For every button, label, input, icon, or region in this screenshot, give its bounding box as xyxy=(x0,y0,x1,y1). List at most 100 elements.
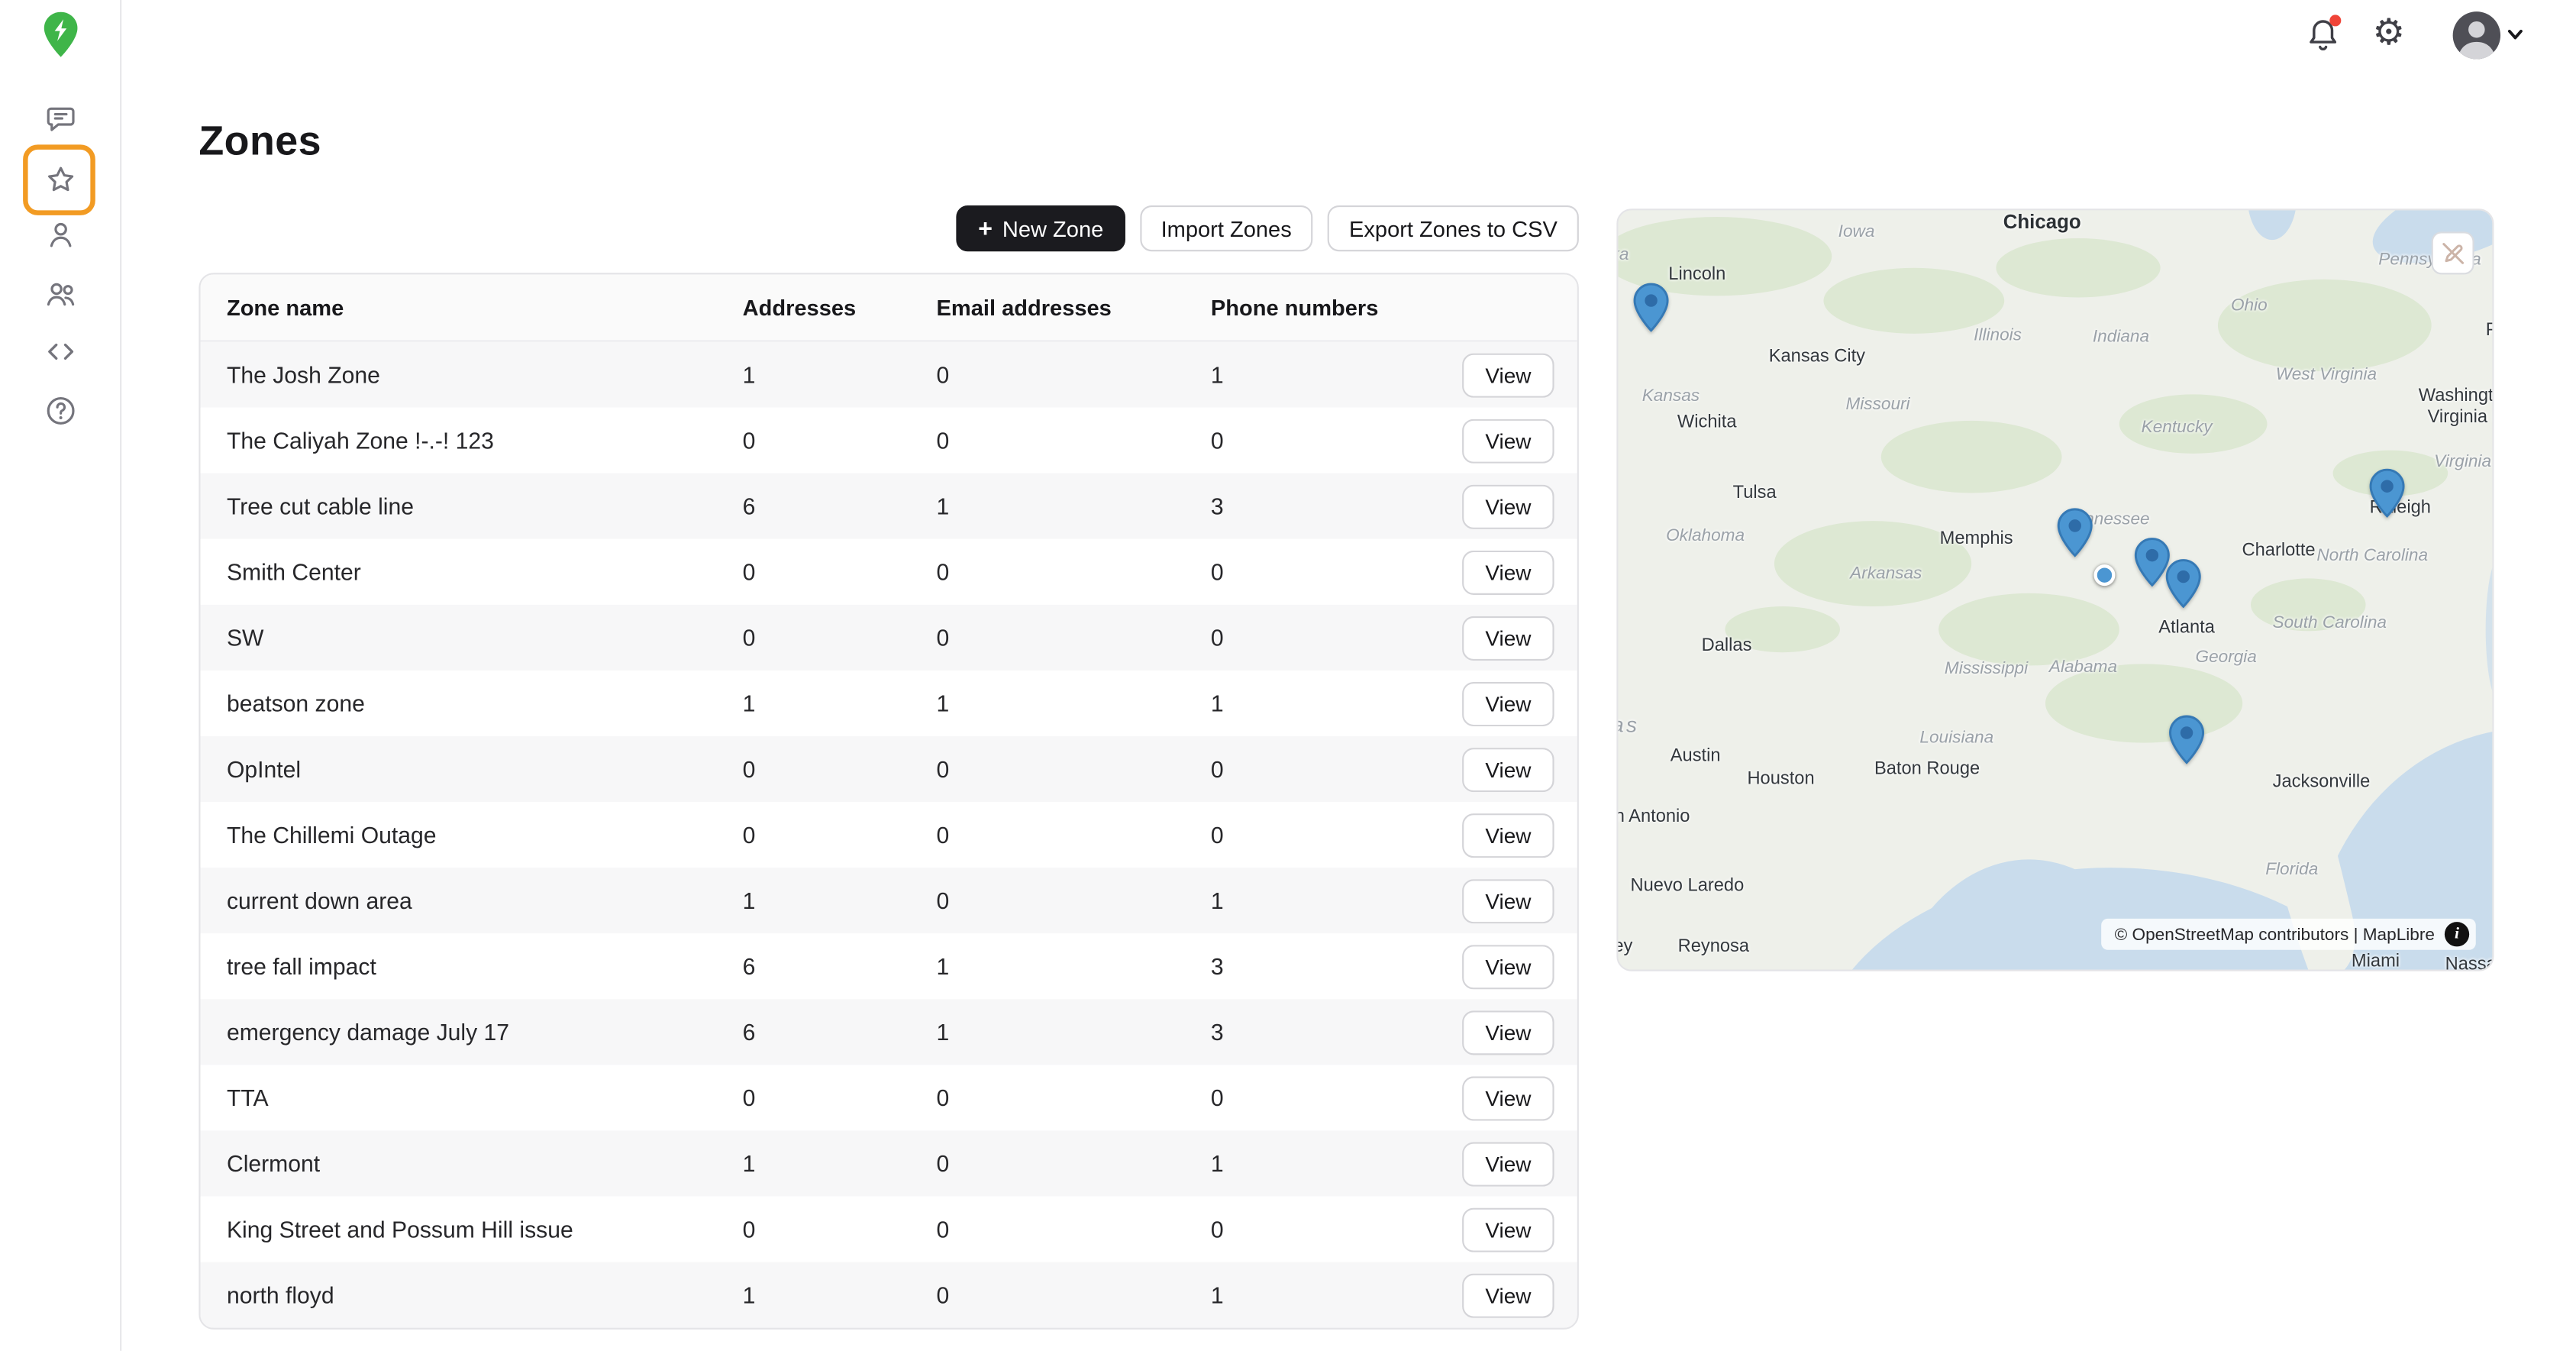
view-button[interactable]: View xyxy=(1462,484,1554,528)
addresses-cell: 1 xyxy=(738,887,931,913)
zone-name-cell: The Josh Zone xyxy=(201,361,738,387)
view-button[interactable]: View xyxy=(1462,681,1554,726)
table-row: Clermont 1 0 1 View xyxy=(201,1130,1577,1196)
view-button[interactable]: View xyxy=(1462,1273,1554,1317)
toolbar: + New Zone Import Zones Export Zones to … xyxy=(199,205,1579,251)
sidebar-item-users[interactable] xyxy=(40,274,80,314)
map-panel[interactable]: NebraskaIowaChicagoLincolnPennsylvaniaIl… xyxy=(1616,208,2494,971)
table-row: King Street and Possum Hill issue 0 0 0 … xyxy=(201,1197,1577,1262)
emails-cell: 1 xyxy=(931,493,1206,519)
emails-cell: 0 xyxy=(931,1150,1206,1176)
phones-cell: 1 xyxy=(1206,1282,1432,1307)
info-icon[interactable]: i xyxy=(2445,922,2469,946)
table-row: current down area 1 0 1 View xyxy=(201,868,1577,933)
view-button[interactable]: View xyxy=(1462,616,1554,660)
map-pin-marker[interactable] xyxy=(2369,468,2405,518)
view-button[interactable]: View xyxy=(1462,878,1554,923)
chat-icon xyxy=(42,102,78,137)
view-button[interactable]: View xyxy=(1462,1207,1554,1251)
export-zones-button[interactable]: Export Zones to CSV xyxy=(1328,205,1579,251)
view-button[interactable]: View xyxy=(1462,1075,1554,1120)
import-zones-button[interactable]: Import Zones xyxy=(1140,205,1313,251)
plus-icon: + xyxy=(978,216,993,241)
page-title: Zones xyxy=(199,118,321,166)
settings-button[interactable]: ⚙ xyxy=(2368,11,2410,54)
addresses-cell: 0 xyxy=(738,427,931,453)
emails-cell: 0 xyxy=(931,756,1206,782)
sidebar-item-feedback[interactable] xyxy=(40,100,80,140)
emails-cell: 0 xyxy=(931,822,1206,848)
header-email-addresses: Email addresses xyxy=(931,295,1206,319)
sidebar-item-help[interactable] xyxy=(40,391,80,431)
addresses-cell: 1 xyxy=(738,690,931,716)
addresses-cell: 1 xyxy=(738,1150,931,1176)
zone-name-cell: beatson zone xyxy=(201,690,738,716)
map-pin-marker[interactable] xyxy=(2165,559,2201,609)
zones-table: Zone name Addresses Email addresses Phon… xyxy=(199,273,1579,1330)
map-pin-marker[interactable] xyxy=(2057,508,2093,558)
code-icon xyxy=(42,334,78,370)
zone-name-cell: The Chillemi Outage xyxy=(201,822,738,848)
view-button[interactable]: View xyxy=(1462,944,1554,988)
emails-cell: 0 xyxy=(931,887,1206,913)
app-logo[interactable] xyxy=(39,10,82,60)
zone-name-cell: tree fall impact xyxy=(201,953,738,979)
attribution-text[interactable]: © OpenStreetMap contributors | MapLibre xyxy=(2115,924,2435,944)
emails-cell: 0 xyxy=(931,559,1206,585)
table-row: SW 0 0 0 View xyxy=(201,605,1577,671)
app-root: ⚙ Zones + New Zone Import Zones Export Z… xyxy=(0,0,2576,1351)
table-row: north floyd 1 0 1 View xyxy=(201,1262,1577,1328)
phones-cell: 3 xyxy=(1206,493,1432,519)
notification-dot xyxy=(2329,15,2341,26)
new-zone-button[interactable]: + New Zone xyxy=(957,205,1125,251)
zone-name-cell: Tree cut cable line xyxy=(201,493,738,519)
header-phone-numbers: Phone numbers xyxy=(1206,295,1432,319)
zone-name-cell: TTA xyxy=(201,1084,738,1110)
view-button[interactable]: View xyxy=(1462,813,1554,857)
table-row: Smith Center 0 0 0 View xyxy=(201,539,1577,605)
sidebar xyxy=(0,0,121,1351)
addresses-cell: 6 xyxy=(738,1019,931,1045)
map-pin-marker[interactable] xyxy=(2168,715,2204,764)
view-button[interactable]: View xyxy=(1462,353,1554,397)
view-button[interactable]: View xyxy=(1462,550,1554,594)
account-menu-button[interactable] xyxy=(2451,10,2526,60)
emails-cell: 0 xyxy=(931,427,1206,453)
map-pins-layer xyxy=(1619,210,2493,969)
users-icon xyxy=(42,276,78,312)
table-row: The Josh Zone 1 0 1 View xyxy=(201,342,1577,408)
map-draw-tool-button[interactable] xyxy=(2432,231,2474,274)
map-dot-marker[interactable] xyxy=(2093,564,2115,586)
view-button[interactable]: View xyxy=(1462,1010,1554,1054)
view-button[interactable]: View xyxy=(1462,419,1554,463)
phones-cell: 0 xyxy=(1206,1216,1432,1242)
addresses-cell: 0 xyxy=(738,1084,931,1110)
view-button[interactable]: View xyxy=(1462,747,1554,791)
zone-name-cell: emergency damage July 17 xyxy=(201,1019,738,1045)
sidebar-item-profile[interactable] xyxy=(40,215,80,255)
gear-icon: ⚙ xyxy=(2372,15,2404,50)
view-button[interactable]: View xyxy=(1462,1141,1554,1185)
addresses-cell: 0 xyxy=(738,1216,931,1242)
phones-cell: 0 xyxy=(1206,427,1432,453)
phones-cell: 0 xyxy=(1206,1084,1432,1110)
table-row: beatson zone 1 1 1 View xyxy=(201,671,1577,736)
zone-name-cell: Clermont xyxy=(201,1150,738,1176)
emails-cell: 0 xyxy=(931,1282,1206,1307)
new-zone-label: New Zone xyxy=(1002,216,1103,241)
sidebar-item-developer[interactable] xyxy=(40,332,80,372)
zone-name-cell: current down area xyxy=(201,887,738,913)
sidebar-item-zones[interactable] xyxy=(40,161,80,201)
phones-cell: 0 xyxy=(1206,756,1432,782)
table-row: tree fall impact 6 1 3 View xyxy=(201,933,1577,999)
table-row: TTA 0 0 0 View xyxy=(201,1065,1577,1130)
zone-name-cell: Smith Center xyxy=(201,559,738,585)
map-pin-marker[interactable] xyxy=(1633,283,1669,332)
notifications-button[interactable] xyxy=(2303,15,2343,54)
phones-cell: 1 xyxy=(1206,1150,1432,1176)
addresses-cell: 6 xyxy=(738,953,931,979)
star-icon xyxy=(42,163,78,199)
table-body: The Josh Zone 1 0 1 View The Caliyah Zon… xyxy=(201,342,1577,1328)
table-row: emergency damage July 17 6 1 3 View xyxy=(201,999,1577,1065)
avatar xyxy=(2453,11,2500,58)
